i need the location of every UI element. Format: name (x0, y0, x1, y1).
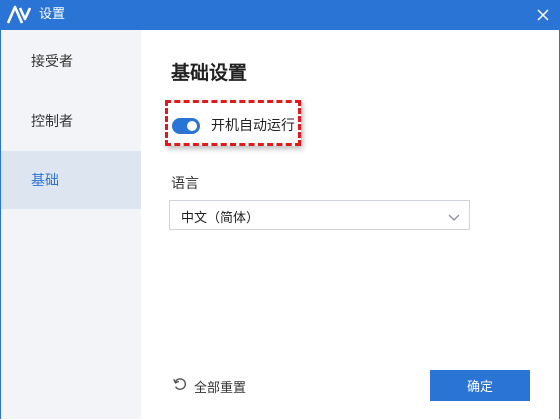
sidebar-item-label: 接受者 (31, 54, 73, 70)
close-icon[interactable] (530, 2, 556, 28)
reset-all-button[interactable]: 全部重置 (172, 376, 246, 396)
language-select[interactable]: 中文（简体） (169, 200, 470, 230)
title-bar: 设置 (0, 0, 560, 30)
toggle-knob (187, 121, 197, 131)
language-label: 语言 (171, 176, 199, 192)
reset-icon (172, 376, 194, 396)
page-title: 基础设置 (171, 62, 248, 84)
chevron-down-icon (447, 209, 461, 223)
window-title: 设置 (39, 7, 66, 22)
autostart-label: 开机自动运行 (211, 118, 295, 134)
main-panel: 基础设置 开机自动运行 语言 中文（简体） 全部重置 确定 (141, 30, 559, 419)
sidebar: 接受者 控制者 基础 (1, 30, 141, 419)
autostart-toggle[interactable] (172, 118, 200, 134)
reset-all-label: 全部重置 (194, 380, 247, 396)
confirm-button[interactable]: 确定 (430, 370, 530, 401)
sidebar-item-label: 基础 (31, 173, 59, 189)
sidebar-item-receiver[interactable]: 接受者 (1, 32, 141, 90)
sidebar-item-controller[interactable]: 控制者 (1, 92, 141, 150)
sidebar-item-label: 控制者 (31, 114, 73, 130)
app-logo-icon (6, 4, 32, 26)
language-select-value: 中文（简体） (181, 211, 260, 226)
sidebar-item-basic[interactable]: 基础 (1, 151, 141, 209)
